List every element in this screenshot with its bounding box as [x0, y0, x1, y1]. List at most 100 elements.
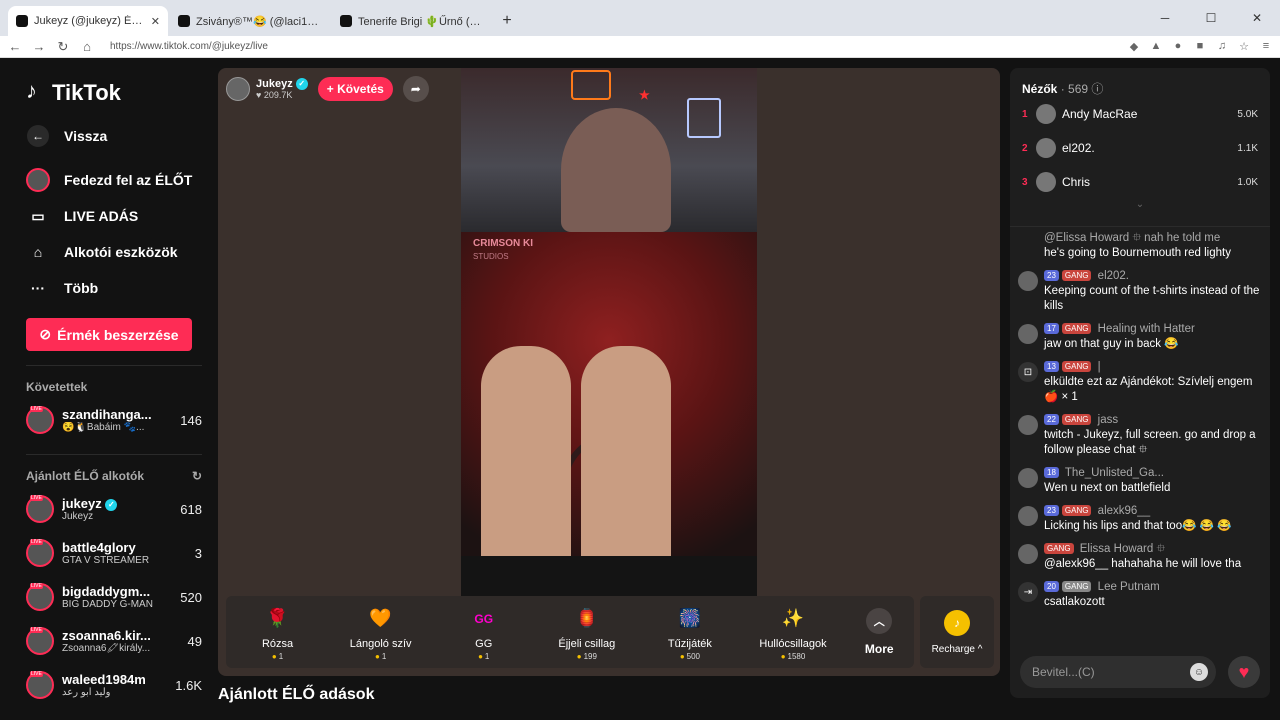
avatar	[26, 406, 54, 434]
extension-icon[interactable]: ■	[1194, 40, 1206, 53]
account-sub: GTA V STREAMER	[62, 555, 150, 566]
tiktok-note-icon	[26, 78, 46, 104]
forward-icon[interactable]: →	[32, 39, 46, 54]
avatar	[26, 627, 54, 655]
avatar[interactable]	[1018, 468, 1038, 488]
recommended-account[interactable]: battle4glory GTA V STREAMER 3	[26, 533, 202, 573]
home-icon[interactable]: ⌂	[80, 39, 94, 54]
gift-item[interactable]: 🎆 Tűzijáték 500	[638, 596, 741, 668]
chat-user[interactable]: jass	[1098, 414, 1118, 426]
viewer-count: 49	[187, 633, 202, 649]
chat-user[interactable]: Healing with Hatter	[1098, 323, 1195, 335]
level-badge: 13	[1044, 361, 1059, 373]
nav-label: Fedezd fel az ÉLŐT	[64, 172, 193, 188]
address-bar[interactable]: https://www.tiktok.com/@jukeyz/live	[110, 41, 1118, 52]
like-heart-button[interactable]: ♥	[1228, 656, 1260, 688]
reload-icon[interactable]: ↻	[56, 39, 70, 55]
nav-label: Több	[64, 280, 99, 296]
avatar[interactable]	[1018, 415, 1038, 435]
extension-icon[interactable]: ♫	[1216, 40, 1228, 53]
extension-icon[interactable]: ▲	[1150, 40, 1162, 53]
account-name: battle4glory	[62, 540, 136, 555]
recommended-account[interactable]: zsoanna6.kir... Zsoanna6🖍király... 49	[26, 621, 202, 661]
chat-user[interactable]: Elissa Howard ⯐	[1080, 543, 1165, 555]
share-icon[interactable]: ➦	[402, 76, 429, 102]
avatar	[26, 671, 54, 699]
recommended-account[interactable]: jukeyz ✓ Jukeyz 618	[26, 489, 202, 529]
close-tab-icon[interactable]: ✕	[151, 15, 160, 28]
recharge-button[interactable]: ♪ Recharge ^	[920, 596, 994, 668]
chat-message: 23 GANG alexk96__ Licking his lips and th…	[1018, 504, 1262, 534]
chat-input[interactable]: Bevitel...(C) ☺	[1020, 656, 1216, 688]
close-window-icon[interactable]: ✕	[1234, 0, 1280, 36]
gift-item[interactable]: GG GG 1	[432, 596, 535, 668]
get-coins-button[interactable]: ⊘ Érmék beszerzése	[26, 318, 192, 351]
chat-text: elküldte ezt az Ajándékot: Szívlelj enge…	[1044, 376, 1253, 403]
chat-user[interactable]: |	[1098, 361, 1101, 373]
chat-user[interactable]: el202.	[1098, 270, 1129, 282]
gift-item[interactable]: ✨ Hullócsillagok 1580	[741, 596, 844, 668]
browser-tab[interactable]: Tenerife Brigi 🌵Űrnő (@mazsi04) ÉL	[332, 6, 492, 36]
maximize-icon[interactable]: ☐	[1188, 0, 1234, 36]
avatar	[26, 583, 54, 611]
gift-name: Tűzijáték	[667, 637, 712, 650]
chat-user[interactable]: @Elissa Howard ⯐ nah he told me	[1044, 232, 1220, 244]
menu-icon[interactable]: ≡	[1260, 40, 1272, 53]
back-nav-item[interactable]: ← Vissza	[26, 118, 218, 154]
sidebar-item-explore-live[interactable]: Fedezd fel az ÉLŐT	[26, 162, 218, 198]
gift-name: Rózsa	[261, 637, 294, 650]
chevron-down-icon[interactable]: ⌄	[1022, 199, 1258, 213]
sidebar-item-creator-tools[interactable]: ⌂ Alkotói eszközök	[26, 234, 218, 270]
tiktok-logo[interactable]: TikTok	[26, 78, 218, 108]
section-label: Követettek	[26, 380, 88, 394]
more-label: More	[864, 642, 894, 656]
bookmark-icon[interactable]: ☆	[1238, 40, 1250, 53]
back-icon[interactable]: ←	[8, 39, 22, 54]
avatar[interactable]	[1018, 506, 1038, 526]
recommended-account[interactable]: bigdaddygm... BIG DADDY G-MAN 520	[26, 577, 202, 617]
video-overlay-title: CRIMSON KI	[473, 238, 533, 249]
followed-account[interactable]: szandihanga... 😵🐧Babáim 🐾... 146	[26, 400, 202, 440]
chat-input-placeholder: Bevitel...(C)	[1032, 665, 1095, 679]
level-badge: 17	[1044, 323, 1059, 335]
sidebar-item-more[interactable]: ··· Több	[26, 270, 218, 306]
new-tab-button[interactable]: +	[494, 6, 520, 36]
live-video[interactable]: ★ CRIMSON KI STUDIOS	[461, 68, 757, 596]
viewer-score: 1.1K	[1237, 142, 1258, 154]
recommended-account[interactable]: waleed1984m وليد ابو رعد 1.6K	[26, 665, 202, 705]
gift-item[interactable]: 🧡 Lángoló szív 1	[329, 596, 432, 668]
top-viewer-row[interactable]: 1 Andy MacRae 5.0K	[1022, 97, 1258, 131]
minimize-icon[interactable]: ─	[1142, 0, 1188, 36]
avatar[interactable]	[1018, 324, 1038, 344]
gift-bar: 🌹 Rózsa 1 🧡 Lángoló szív 1 GG GG 1 🏮 Éjj…	[226, 596, 914, 668]
host-info[interactable]: Jukeyz ✓ ♥ 209.7K	[226, 77, 308, 101]
recharge-label: Recharge ^	[931, 643, 983, 655]
top-viewer-row[interactable]: 3 Chris 1.0K	[1022, 165, 1258, 199]
gift-price: 500	[680, 652, 700, 661]
more-gifts-button[interactable]: ︿ More	[845, 596, 914, 668]
more-dots-icon: ···	[31, 280, 45, 296]
emoji-icon[interactable]: ☺	[1190, 663, 1208, 681]
top-viewer-row[interactable]: 2 el202. 1.1K	[1022, 131, 1258, 165]
chat-user[interactable]: Lee Putnam	[1098, 581, 1160, 593]
chat-user[interactable]: alexk96__	[1098, 505, 1150, 517]
browser-tab-active[interactable]: Jukeyz (@jukeyz) ÉLŐ adása ✕	[8, 6, 168, 36]
avatar[interactable]	[1018, 271, 1038, 291]
extension-icon[interactable]: ◆	[1128, 40, 1140, 53]
browser-tab[interactable]: Zsivány®™😂 (@laci1918) ÉLŐ	[170, 6, 330, 36]
divider	[26, 454, 202, 455]
neon-sign: ★	[639, 88, 650, 102]
chat-text: twitch - Jukeyz, full screen. go and dro…	[1044, 429, 1256, 456]
gift-item[interactable]: 🌹 Rózsa 1	[226, 596, 329, 668]
extensions-area: ◆ ▲ ● ■ ♫ ☆ ≡	[1128, 40, 1272, 53]
chat-message: 18 The_Unlisted_Ga... Wen u next on batt…	[1018, 466, 1262, 496]
extension-icon[interactable]: ●	[1172, 40, 1184, 53]
sidebar-item-live-studio[interactable]: ▭ LIVE ADÁS	[26, 198, 218, 234]
follow-button[interactable]: + Követés	[317, 77, 393, 101]
gift-item[interactable]: 🏮 Éjjeli csillag 199	[535, 596, 638, 668]
creator-house-icon: ⌂	[33, 244, 43, 260]
chat-user[interactable]: The_Unlisted_Ga...	[1065, 467, 1164, 479]
info-icon[interactable]: ⓘ	[1091, 82, 1103, 96]
refresh-icon[interactable]: ↻	[192, 469, 202, 483]
avatar[interactable]	[1018, 544, 1038, 564]
